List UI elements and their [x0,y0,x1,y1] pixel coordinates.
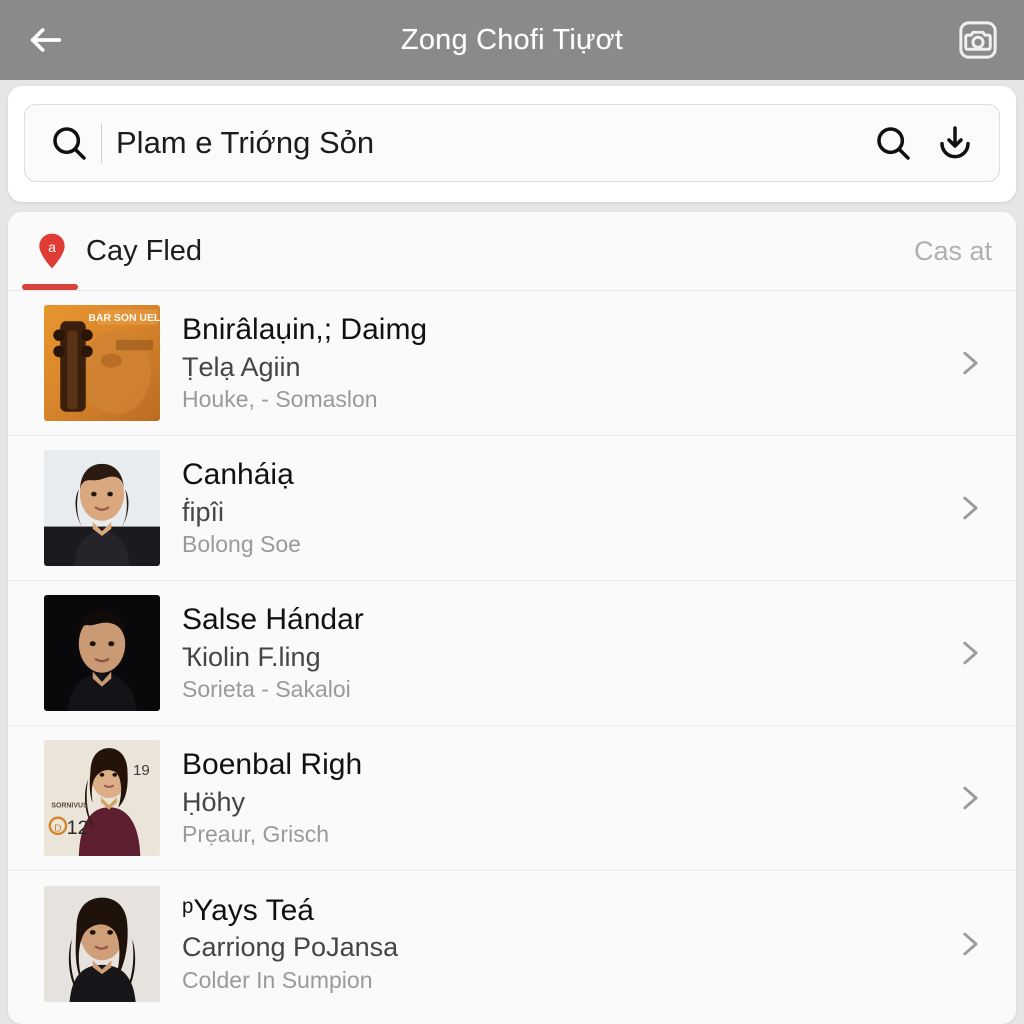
chevron-right-icon [963,932,978,955]
list-item-subtitle: ḟipîi [182,496,225,527]
list-item-text: Boenbal Righ Ḥöhy Prẹaur, Grisch [182,748,924,848]
list-item-title: Canháiạ [182,458,294,492]
portrait-woman-maroon-dress-art: 19 SORNIVUS D 12 [44,740,160,856]
search-actions [867,117,981,169]
list-item-text: ᵖYays Teá Carriong PoJansa Colder In Sum… [182,894,924,994]
list-item-meta: Colder In Sumpion [182,967,373,993]
svg-text:SORNIVUS: SORNIVUS [51,802,88,809]
portrait-man-dark-art [44,595,160,711]
chevron-right-icon [963,641,978,665]
svg-text:a: a [48,240,56,256]
tab-active-underline [22,284,78,290]
tab-cay-fled-label: Cay Fled [86,234,203,267]
list-item-text: Bnirâlaụin,; Daimg Ṭelạ Agiin Houke, - S… [182,313,924,413]
list-item-meta: Prẹaur, Grisch [182,822,329,848]
thumbnail-portrait-woman-black-lace [44,450,160,566]
list-item-chevron[interactable] [946,491,992,525]
list-item-title: ᵖYays Teá [182,893,314,927]
list-item-chevron[interactable] [946,781,992,815]
portrait-woman-black-lace-art [44,450,160,566]
search-box[interactable] [24,104,1000,182]
svg-text:19: 19 [133,762,150,779]
list-item-subtitle: Ҡiolin F.ling [182,641,321,672]
search-card [8,86,1016,202]
portrait-woman-long-hair-art [44,885,160,1002]
list-item[interactable]: BAR SON UELL Bnirâlaụin,; Daimg Ṭelạ Agi… [8,291,1016,436]
search-icon [53,127,86,160]
list-item-title: Salse Hándar [182,603,364,637]
page-title: Zong Chofi Tiựơt [400,23,624,56]
list-item-title: Bnirâlaụin,; Daimg [182,313,428,347]
list-item-meta: Sorieta - Sakaloi [182,677,351,703]
list-item-chevron[interactable] [946,346,992,380]
search-divider [101,123,102,163]
list-item-text: Canháiạ ḟipîi Bolong Soe [182,458,924,558]
svg-text:BAR SON UELL: BAR SON UELL [88,313,160,324]
app-bar: Zong Chofi Tiựơt [0,0,1024,80]
app-screen: Zong Chofi Tiựơt Plam e Triớng Sỏn a Cay… [0,0,1024,1024]
download-icon [940,126,970,159]
list-item[interactable]: ᵖYays Teá Carriong PoJansa Colder In Sum… [8,871,1016,1016]
search-input[interactable] [116,125,867,161]
list-item-subtitle: Ḥöhy [182,786,246,817]
list-item[interactable]: Salse Hándar Ҡiolin F.ling Sorieta - Sak… [8,581,1016,726]
tab-cas-at[interactable]: Cas at [914,236,992,267]
list-item-subtitle: Carriong PoJansa [182,932,399,963]
back-button[interactable] [18,12,74,68]
list-item-meta: Houke, - Somaslon [182,387,378,413]
chevron-right-icon [963,496,978,520]
results-card: a Cay Fled Cas at BAR SON UELL Bnirâlaụi… [8,212,1016,1024]
chevron-right-icon [963,786,978,810]
tab-cay-fled[interactable]: a Cay Fled [32,231,202,271]
search-icon [877,127,910,160]
search-submit-button[interactable] [867,117,919,169]
arrow-left-icon [30,28,62,52]
list-item-meta: Bolong Soe [182,532,301,558]
list-item-chevron[interactable] [946,927,992,961]
list-item-text: Salse Hándar Ҡiolin F.ling Sorieta - Sak… [182,603,924,703]
list-item-chevron[interactable] [946,636,992,670]
chevron-right-icon [963,351,978,375]
thumbnail-portrait-woman-maroon-dress: 19 SORNIVUS D 12 [44,740,160,856]
download-button[interactable] [929,117,981,169]
search-leading-icon-button[interactable] [43,117,95,169]
svg-text:12: 12 [67,817,89,839]
list-item-title: Boenbal Righ [182,748,363,782]
thumbnail-portrait-man-dark [44,595,160,711]
thumbnail-album-cover-violin: BAR SON UELL [44,305,160,421]
camera-button[interactable] [950,12,1006,68]
list-item[interactable]: 19 SORNIVUS D 12 Boenbal Righ Ḥöhy Prẹau… [8,726,1016,871]
camera-icon [959,21,997,59]
location-pin-icon: a [39,233,65,269]
svg-text:D: D [54,824,62,835]
album-cover-violin-art: BAR SON UELL [44,305,160,421]
thumbnail-portrait-woman-long-hair [44,885,160,1002]
list-item-subtitle: Ṭelạ Agiin [182,351,301,382]
tab-bar: a Cay Fled Cas at [8,212,1016,290]
list-item[interactable]: Canháiạ ḟipîi Bolong Soe [8,436,1016,581]
